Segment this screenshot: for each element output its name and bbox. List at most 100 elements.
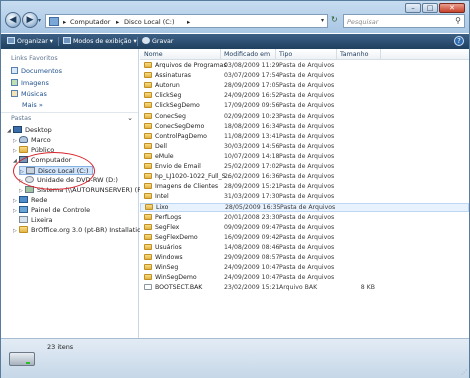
file-type: Pasta de Arquivos	[279, 142, 335, 150]
folder-icon	[144, 82, 152, 89]
file-row[interactable]: Lixo 28/05/2009 16:35 Pasta de Arquivos	[140, 203, 469, 212]
column-header-row: Nome Modificado em Tipo Tamanho	[140, 49, 469, 60]
favorite-link-pictures[interactable]: Imagens	[11, 79, 49, 87]
file-row[interactable]: eMule 10/07/2009 14:18 Pasta de Arquivos	[140, 152, 469, 162]
column-divider[interactable]	[336, 49, 337, 60]
address-dropdown-icon[interactable]: ▾	[321, 17, 324, 24]
file-row[interactable]: Imagens de Clientes 28/09/2009 15:21 Pasta…	[140, 183, 469, 192]
folder-icon	[144, 213, 152, 220]
file-row[interactable]: Arquivos de Programas 03/08/2009 11:29 Pas…	[140, 62, 469, 71]
file-row[interactable]: Intel 31/03/2009 17:30 Pasta de Arquivos	[140, 193, 469, 202]
file-name: ControlPagDemo	[144, 132, 207, 142]
file-row[interactable]: Assinaturas 03/07/2009 17:54 Pasta de Arqu…	[140, 72, 469, 81]
organize-button[interactable]: Organizar ▾	[7, 37, 53, 45]
file-row[interactable]: ConecSeg 02/09/2009 10:23 Pasta de Arquivo…	[140, 112, 469, 122]
back-button[interactable]: ◀	[5, 12, 21, 28]
breadcrumb-separator-icon[interactable]: ▸	[187, 18, 190, 26]
file-type: Pasta de Arquivos	[279, 72, 335, 80]
view-modes-button[interactable]: Modos de exibição ▾	[63, 37, 137, 45]
file-row[interactable]: Usuários 14/08/2009 08:46 Pasta de Arquivo…	[140, 243, 469, 253]
folder-icon	[144, 152, 152, 159]
column-divider[interactable]	[275, 49, 276, 60]
drive-activity-light	[26, 362, 30, 364]
file-row[interactable]: Dell 30/03/2009 14:56 Pasta de Arquivos	[140, 142, 469, 152]
more-links[interactable]: Mais »	[22, 101, 43, 109]
favorite-link-documents[interactable]: Documentos	[11, 67, 62, 75]
recycle-bin-icon	[19, 216, 28, 223]
close-button[interactable]: ✕	[439, 3, 465, 13]
column-header-type[interactable]: Tipo	[279, 51, 292, 58]
column-divider[interactable]	[220, 49, 221, 60]
file-row[interactable]: Autorun 28/09/2009 17:05 Pasta de Arquivos	[140, 82, 469, 91]
file-type: Pasta de Arquivos	[279, 102, 335, 110]
folders-header[interactable]: Pastas ⌄	[1, 112, 138, 124]
navigation-pane: Links Favoritos Documentos Imagens Músic…	[1, 49, 162, 338]
burn-button[interactable]: Gravar	[142, 37, 174, 45]
breadcrumb-local-disk[interactable]: Disco Local (C:)	[124, 18, 175, 26]
file-row[interactable]: Envio de Email 25/02/2009 17:02 Pasta de A…	[140, 163, 469, 172]
collapse-icon[interactable]: ⌄	[127, 114, 133, 122]
file-row[interactable]: ControlPagDemo 11/08/2009 13:41 Pasta de A…	[140, 132, 469, 142]
file-row[interactable]: ConecSegDemo 18/08/2009 16:34 Pasta de Arq…	[140, 122, 469, 132]
status-bar: 23 itens ⋰	[1, 338, 469, 378]
forward-button[interactable]: ▶	[22, 12, 38, 28]
file-type: Pasta de Arquivos	[279, 173, 335, 181]
file-name-label: SegFlexDemo	[155, 233, 198, 241]
help-icon[interactable]: ?	[454, 36, 464, 46]
column-header-size[interactable]: Tamanho	[340, 51, 369, 58]
file-row[interactable]: PerfLogs 20/01/2008 23:30 Pasta de Arquivo…	[140, 213, 469, 223]
file-name: Imagens de Clientes	[144, 183, 218, 192]
minimize-button[interactable]: –	[405, 3, 421, 13]
file-name: Dell	[144, 142, 167, 152]
burn-label: Gravar	[152, 38, 174, 45]
file-name-label: ControlPagDemo	[155, 132, 207, 140]
search-box[interactable]: Pesquisar ⚲	[343, 14, 465, 28]
file-row[interactable]: ClickSegDemo 17/09/2009 09:56 Pasta de Arq…	[140, 102, 469, 111]
resize-grip-icon[interactable]: ⋰	[461, 369, 467, 376]
file-row[interactable]: Windows 29/09/2009 08:57 Pasta de Arquivos	[140, 253, 469, 263]
file-row[interactable]: hp_LJ1020-1022_Full_S... 26/02/2009 16:36…	[140, 173, 469, 182]
file-name: ClickSeg	[144, 92, 181, 101]
tree-item-desktop[interactable]: ◢ Desktop	[7, 126, 52, 135]
file-type: Pasta de Arquivos	[279, 243, 335, 251]
music-icon	[11, 90, 18, 97]
breadcrumb-computer[interactable]: Computador	[70, 18, 110, 26]
favorite-link-label: Documentos	[21, 67, 63, 75]
history-dropdown-icon[interactable]: ▾	[38, 17, 41, 24]
favorites-header: Links Favoritos	[11, 55, 58, 62]
search-icon[interactable]: ⚲	[455, 16, 461, 25]
breadcrumb-separator-icon[interactable]: ▸	[116, 18, 119, 26]
item-count: 23 itens	[47, 343, 74, 351]
tree-item-recycle-bin[interactable]: Lixeira	[13, 216, 53, 225]
favorite-link-music[interactable]: Músicas	[11, 90, 47, 98]
file-row[interactable]: ClickSeg 24/09/2009 16:52 Pasta de Arquivo…	[140, 92, 469, 101]
file-name: ConecSeg	[144, 112, 186, 122]
user-folder-icon	[19, 136, 28, 143]
breadcrumb-separator-icon[interactable]: ▸	[63, 18, 66, 26]
file-row[interactable]: SegFlexDemo 16/09/2009 09:42 Pasta de Arqu…	[140, 233, 469, 243]
address-bar[interactable]: ▸ Computador ▸ Disco Local (C:) ▸ ▾	[45, 14, 328, 28]
file-type: Pasta de Arquivos	[279, 183, 335, 191]
file-date: 17/09/2009 09:56	[224, 102, 280, 110]
search-input[interactable]: Pesquisar	[347, 18, 378, 26]
file-row[interactable]: WinSeg 24/09/2009 10:47 Pasta de Arquivos	[140, 264, 469, 273]
file-type: Pasta de Arquivos	[279, 92, 335, 100]
column-header-date[interactable]: Modificado em	[224, 51, 270, 58]
column-header-name[interactable]: Nome	[144, 51, 163, 58]
file-row[interactable]: SegFlex 09/09/2009 09:47 Pasta de Arquivos	[140, 223, 469, 233]
file-name: Lixo	[145, 204, 168, 213]
file-date: 18/08/2009 16:34	[224, 122, 280, 130]
maximize-button[interactable]: □	[422, 3, 438, 13]
folder-icon	[144, 72, 152, 79]
file-name-label: Usuários	[155, 243, 182, 251]
file-row[interactable]: WinSegDemo 24/09/2009 10:47 Pasta de Arqui…	[140, 274, 469, 283]
file-name: eMule	[144, 152, 174, 162]
file-name-label: ConecSeg	[155, 112, 186, 120]
tree-item-network[interactable]: ▷ Rede	[13, 196, 47, 205]
file-row[interactable]: BOOTSECT.BAK 23/02/2009 15:21 Arquivo BAK 8…	[140, 284, 469, 293]
tree-item-marco[interactable]: ▷ Marco	[13, 136, 51, 145]
refresh-icon[interactable]: ↻	[331, 15, 338, 24]
views-icon	[63, 37, 71, 44]
column-divider[interactable]	[380, 49, 381, 60]
tree-item-control-panel[interactable]: ▷ Painel de Controle	[13, 206, 90, 215]
